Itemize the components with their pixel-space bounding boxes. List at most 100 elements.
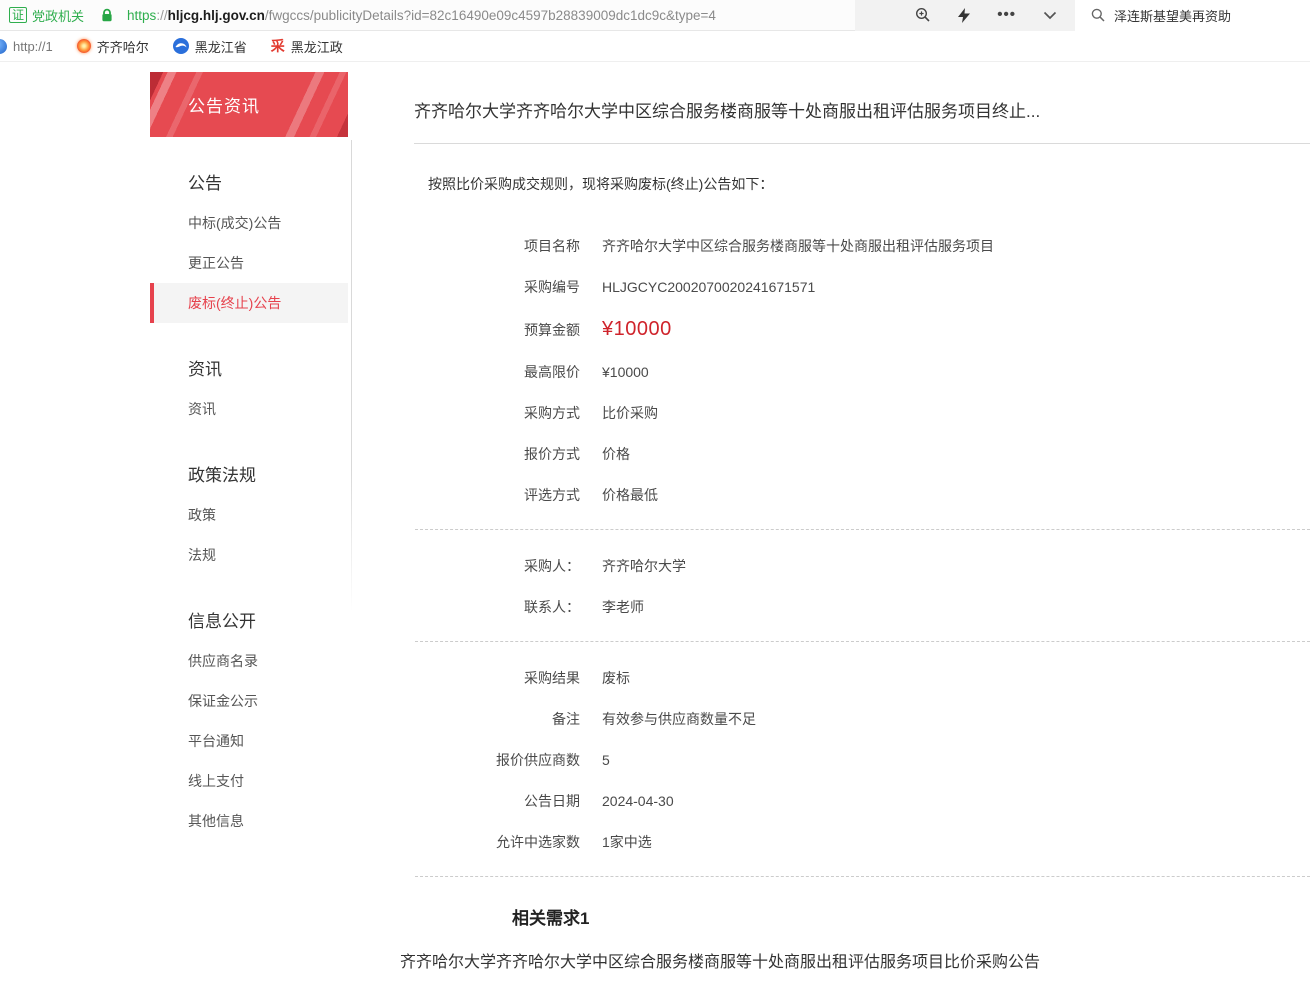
sidebar-item-award-notice[interactable]: 中标(成交)公告 — [150, 203, 348, 243]
wave-icon — [173, 38, 189, 54]
bookmark-label: 黑龙江政 — [291, 37, 343, 56]
field-label: 采购编号 — [400, 277, 580, 297]
sidebar-group-news: 资讯 — [150, 323, 348, 389]
browser-address-bar: 证 党政机关 https://hljcg.hlj.gov.cn/fwgccs/p… — [0, 0, 1310, 31]
bookmark-label: 黑龙江省 — [195, 37, 247, 56]
url-text[interactable]: https://hljcg.hlj.gov.cn/fwgccs/publicit… — [127, 8, 855, 23]
lock-icon — [100, 8, 114, 23]
detail-row: 报价供应商数 5 — [400, 750, 1310, 770]
detail-row: 备注 有效参与供应商数量不足 — [400, 709, 1310, 729]
field-value: 比价采购 — [602, 403, 658, 423]
chevron-down-icon[interactable] — [1043, 11, 1057, 20]
field-label: 项目名称 — [400, 236, 580, 256]
sidebar-item-regulations[interactable]: 法规 — [150, 535, 348, 575]
cai-icon: 采 — [271, 36, 285, 56]
sidebar-banner: 公告资讯 — [150, 72, 348, 137]
sidebar-item-cancellation-notice[interactable]: 废标(终止)公告 — [150, 283, 348, 323]
certificate-badge-icon: 证 — [9, 7, 27, 23]
section-divider — [415, 641, 1310, 642]
lightning-icon[interactable] — [958, 8, 970, 23]
field-label: 评选方式 — [400, 485, 580, 505]
sidebar-item-deposit-publicity[interactable]: 保证金公示 — [150, 681, 348, 721]
url-domain: hljcg.hlj.gov.cn — [168, 8, 265, 23]
browser-search-box[interactable]: 泽连斯基望美再资助 — [1075, 0, 1310, 31]
field-value: HLJGCYC2002070020241671571 — [602, 279, 815, 295]
field-label: 允许中选家数 — [400, 832, 580, 852]
field-value: 价格最低 — [602, 485, 658, 505]
field-label: 备注 — [400, 709, 580, 729]
field-value: 有效参与供应商数量不足 — [602, 709, 756, 729]
field-value: ¥10000 — [602, 364, 649, 380]
search-icon — [1091, 8, 1105, 22]
detail-row: 评选方式 价格最低 — [400, 485, 1310, 505]
bookmark-item[interactable]: 齐齐哈尔 — [77, 37, 149, 56]
sidebar-item-supplier-directory[interactable]: 供应商名录 — [150, 641, 348, 681]
bookmark-item[interactable]: 黑龙江省 — [173, 37, 247, 56]
sidebar-item-other-info[interactable]: 其他信息 — [150, 801, 348, 841]
field-value: 2024-04-30 — [602, 793, 674, 809]
detail-row: 预算金额 ¥10000 — [400, 318, 1310, 341]
field-label: 采购人： — [400, 556, 580, 576]
search-query-text: 泽连斯基望美再资助 — [1114, 6, 1231, 25]
detail-row: 采购编号 HLJGCYC2002070020241671571 — [400, 277, 1310, 297]
sidebar-group-disclosure: 信息公开 — [150, 575, 348, 641]
detail-row: 采购结果 废标 — [400, 668, 1310, 688]
field-label: 采购结果 — [400, 668, 580, 688]
bookmark-label: http://1 — [13, 39, 53, 54]
detail-row: 报价方式 价格 — [400, 444, 1310, 464]
detail-row: 最高限价 ¥10000 — [400, 362, 1310, 382]
field-value: 1家中选 — [602, 832, 652, 852]
field-label: 报价方式 — [400, 444, 580, 464]
bookmarks-bar: http://1 齐齐哈尔 黑龙江省 采 黑龙江政 — [0, 31, 1310, 62]
sidebar-nav: 公告 中标(成交)公告 更正公告 废标(终止)公告 资讯 资讯 政策法规 政策 … — [150, 137, 348, 841]
field-label: 联系人： — [400, 597, 580, 617]
overflow-menu-icon[interactable]: ••• — [997, 10, 1016, 20]
zoom-in-icon[interactable] — [915, 7, 931, 23]
field-label: 报价供应商数 — [400, 750, 580, 770]
announcement-detail: 齐齐哈尔大学齐齐哈尔大学中区综合服务楼商服等十处商服出租评估服务项目终止... … — [400, 62, 1310, 972]
budget-amount-value: ¥10000 — [602, 318, 672, 341]
intro-text: 按照比价采购成交规则，现将采购废标(终止)公告如下： — [428, 174, 1310, 194]
field-value: 5 — [602, 752, 610, 768]
bookmark-label: 齐齐哈尔 — [97, 37, 149, 56]
site-category-label: 党政机关 — [32, 6, 84, 25]
field-value: 价格 — [602, 444, 630, 464]
field-value: 齐齐哈尔大学中区综合服务楼商服等十处商服出租评估服务项目 — [602, 236, 994, 256]
sidebar-group-policies: 政策法规 — [150, 429, 348, 495]
sun-icon — [77, 39, 91, 53]
field-label: 最高限价 — [400, 362, 580, 382]
field-value: 齐齐哈尔大学 — [602, 556, 686, 576]
detail-row: 采购人： 齐齐哈尔大学 — [400, 556, 1310, 576]
detail-row: 允许中选家数 1家中选 — [400, 832, 1310, 852]
url-path: /fwgccs/publicityDetails?id=82c16490e09c… — [265, 8, 716, 23]
toolbar-icons-panel: ••• — [855, 0, 1075, 31]
related-demand-heading: 相关需求1 — [512, 904, 1310, 929]
globe-icon — [0, 39, 7, 54]
field-label: 采购方式 — [400, 403, 580, 423]
sidebar-divider — [351, 140, 352, 612]
detail-row: 公告日期 2024-04-30 — [400, 791, 1310, 811]
url-separator: :// — [156, 8, 167, 23]
detail-row: 项目名称 齐齐哈尔大学中区综合服务楼商服等十处商服出租评估服务项目 — [400, 236, 1310, 256]
sidebar-item-correction-notice[interactable]: 更正公告 — [150, 243, 348, 283]
field-value: 李老师 — [602, 597, 644, 617]
section-divider — [415, 529, 1310, 530]
field-value: 废标 — [602, 668, 630, 688]
sidebar-item-policy[interactable]: 政策 — [150, 495, 348, 535]
page-title: 齐齐哈尔大学齐齐哈尔大学中区综合服务楼商服等十处商服出租评估服务项目终止... — [414, 62, 1310, 144]
detail-section-result: 采购结果 废标 备注 有效参与供应商数量不足 报价供应商数 5 公告日期 202… — [400, 668, 1310, 852]
url-scheme: https — [127, 8, 156, 23]
bookmark-item[interactable]: 采 黑龙江政 — [271, 36, 343, 56]
field-label: 预算金额 — [400, 320, 580, 340]
detail-section-contacts: 采购人： 齐齐哈尔大学 联系人： 李老师 — [400, 556, 1310, 617]
detail-section-basic: 项目名称 齐齐哈尔大学中区综合服务楼商服等十处商服出租评估服务项目 采购编号 H… — [400, 236, 1310, 505]
sidebar-group-announcements: 公告 — [150, 137, 348, 203]
sidebar-item-news[interactable]: 资讯 — [150, 389, 348, 429]
sidebar-item-online-payment[interactable]: 线上支付 — [150, 761, 348, 801]
detail-row: 采购方式 比价采购 — [400, 403, 1310, 423]
field-label: 公告日期 — [400, 791, 580, 811]
detail-row: 联系人： 李老师 — [400, 597, 1310, 617]
sidebar-item-platform-notice[interactable]: 平台通知 — [150, 721, 348, 761]
bookmark-item[interactable]: http://1 — [0, 39, 53, 54]
related-demand-link[interactable]: 齐齐哈尔大学齐齐哈尔大学中区综合服务楼商服等十处商服出租评估服务项目比价采购公告 — [400, 948, 1310, 972]
